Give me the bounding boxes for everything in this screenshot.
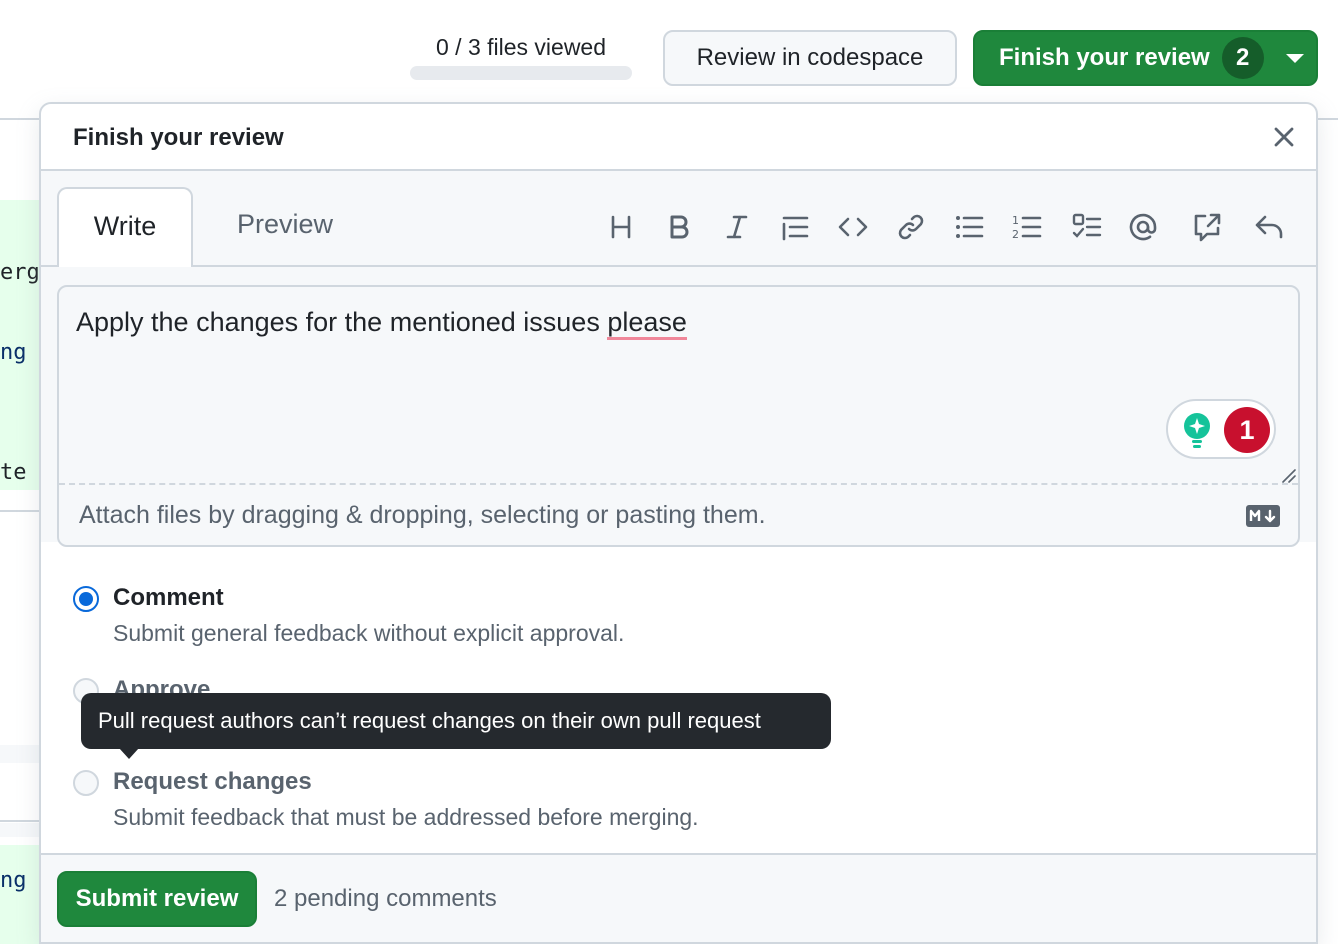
review-option-comment[interactable]: Comment Submit general feedback without … (73, 584, 773, 654)
mention-icon[interactable] (1125, 209, 1161, 245)
submit-review-button[interactable]: Submit review (57, 871, 257, 927)
spellcheck-underlined-word[interactable]: please (607, 307, 687, 340)
attach-files-hint[interactable]: Attach files by dragging & dropping, sel… (79, 501, 766, 530)
background-diff-view: erg ng te ng (0, 120, 40, 944)
bold-icon[interactable] (661, 209, 697, 245)
diff-code-fragment: ng (0, 340, 27, 365)
comment-text: Apply the changes for the mentioned issu… (76, 307, 608, 337)
files-viewed-progress (410, 66, 632, 80)
tab-write[interactable]: Write (57, 187, 193, 269)
diff-code-fragment: ng (0, 868, 27, 893)
review-comment-textarea[interactable]: Apply the changes for the mentioned issu… (57, 285, 1300, 547)
heading-icon[interactable] (603, 209, 639, 245)
dialog-footer: Submit review 2 pending comments (41, 853, 1316, 942)
dialog-title: Finish your review (73, 124, 284, 151)
resize-handle-icon[interactable] (1280, 467, 1296, 483)
lightbulb-icon (1184, 413, 1210, 448)
comment-description: Submit general feedback without explicit… (113, 620, 625, 646)
editor-tabs-bar: Write Preview 1 2 (41, 171, 1316, 269)
saved-reply-icon[interactable] (1251, 209, 1287, 245)
markdown-icon[interactable] (1246, 505, 1280, 527)
review-in-codespace-button[interactable]: Review in codespace (663, 30, 957, 86)
svg-text:1: 1 (1012, 214, 1019, 227)
finish-your-review-label: Finish your review (999, 44, 1210, 71)
diff-hunk-band (0, 745, 40, 763)
ordered-list-icon[interactable]: 12 (1009, 209, 1045, 245)
finish-review-dialog: Finish your review Write Preview 1 2 App… (39, 102, 1318, 944)
request-changes-label: Request changes (113, 768, 312, 795)
diff-code-fragment: te (0, 460, 27, 485)
dialog-header: Finish your review (41, 104, 1316, 171)
cross-reference-icon[interactable] (1189, 209, 1225, 245)
diff-separator (0, 820, 40, 822)
pending-comments-count: 2 pending comments (274, 885, 497, 912)
request-changes-radio[interactable] (73, 770, 99, 796)
review-comment-text: Apply the changes for the mentioned issu… (76, 307, 687, 340)
task-list-icon[interactable] (1069, 209, 1105, 245)
unordered-list-icon[interactable] (951, 209, 987, 245)
comment-radio[interactable] (73, 586, 99, 612)
request-changes-description: Submit feedback that must be addressed b… (113, 804, 699, 830)
editor-body: Apply the changes for the mentioned issu… (41, 267, 1316, 547)
close-icon[interactable] (1269, 122, 1299, 152)
link-icon[interactable] (893, 209, 929, 245)
italic-icon[interactable] (719, 209, 755, 245)
grammarly-widget[interactable]: 1 (1166, 399, 1276, 459)
tooltip: Pull request authors can’t request chang… (81, 693, 831, 759)
pending-review-count-badge: 2 (1221, 37, 1264, 79)
diff-hunk-band (0, 823, 40, 837)
diff-added-band (0, 845, 40, 944)
attach-divider (59, 483, 1298, 485)
files-viewed-counter: 0 / 3 files viewed (435, 34, 607, 60)
diff-code-fragment: erg (0, 260, 40, 285)
code-icon[interactable] (835, 209, 871, 245)
quote-icon[interactable] (777, 209, 813, 245)
tab-preview[interactable]: Preview (217, 187, 353, 267)
finish-your-review-button[interactable]: Finish your review 2 (973, 30, 1318, 86)
diff-separator (0, 510, 40, 512)
caret-down-icon (1285, 53, 1304, 63)
grammarly-issue-count-badge: 1 (1224, 407, 1270, 453)
review-option-request-changes[interactable]: Request changes Submit feedback that mus… (73, 768, 873, 838)
comment-label: Comment (113, 584, 224, 611)
svg-text:2: 2 (1012, 228, 1019, 241)
